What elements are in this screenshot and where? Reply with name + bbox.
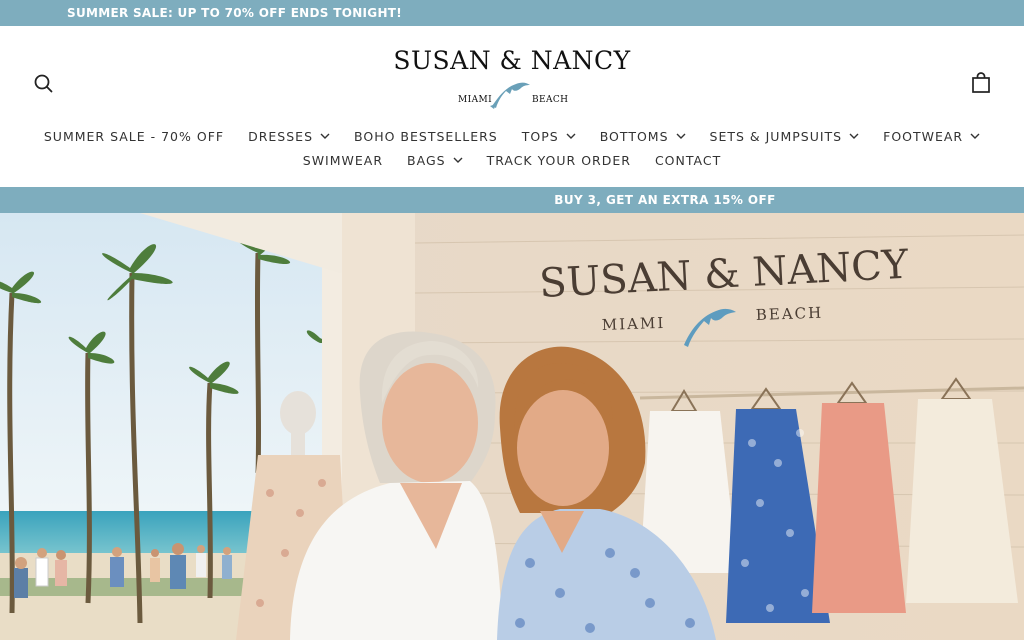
- hero-banner[interactable]: SUSAN & NANCY MIAMI BEACH: [0, 213, 1024, 640]
- search-icon: [34, 74, 53, 93]
- nav-footwear[interactable]: FOOTWEAR: [871, 129, 992, 144]
- nav-label: DRESSES: [248, 128, 314, 144]
- logo-right-text: BEACH: [532, 95, 569, 105]
- search-button[interactable]: [30, 70, 56, 96]
- dolphin-icon: [490, 82, 530, 109]
- nav-row-secondary: SWIMWEAR BAGS TRACK YOUR ORDER CONTACT: [0, 148, 1024, 172]
- nav-label: BOHO BESTSELLERS: [354, 128, 498, 144]
- nav-label: BAGS: [407, 152, 446, 168]
- nav-sets-jumpsuits[interactable]: SETS & JUMPSUITS: [698, 129, 872, 144]
- wall-logo-left: MIAMI: [602, 314, 666, 334]
- nav-contact[interactable]: CONTACT: [643, 153, 733, 168]
- nav-track-order[interactable]: TRACK YOUR ORDER: [475, 153, 643, 168]
- announcement-text: SUMMER SALE: UP TO 70% OFF ENDS TONIGHT!: [67, 6, 403, 20]
- announcement-bar: SUMMER SALE: UP TO 70% OFF ENDS TONIGHT!: [0, 0, 1024, 26]
- nav-boho-bestsellers[interactable]: BOHO BESTSELLERS: [342, 129, 510, 144]
- nav-bags[interactable]: BAGS: [395, 153, 475, 168]
- nav-label: SETS & JUMPSUITS: [709, 128, 843, 144]
- logo-wordmark: SUSAN & NANCY: [393, 46, 631, 75]
- promo-text: BUY 3, GET AN EXTRA 15% OFF: [554, 193, 776, 207]
- cart-button[interactable]: [968, 70, 994, 96]
- nav-bottoms[interactable]: BOTTOMS: [588, 129, 698, 144]
- hero-image: SUSAN & NANCY MIAMI BEACH: [0, 213, 1024, 640]
- nav-row-primary: SUMMER SALE - 70% OFF DRESSES BOHO BESTS…: [0, 124, 1024, 148]
- nav-label: CONTACT: [654, 152, 722, 168]
- chevron-down-icon: [676, 133, 686, 139]
- nav-label: FOOTWEAR: [883, 128, 964, 144]
- site-logo[interactable]: SUSAN & NANCY MIAMI BEACH: [384, 46, 640, 116]
- nav-label: SUMMER SALE - 70% OFF: [43, 128, 225, 144]
- shopping-bag-icon: [972, 72, 990, 93]
- nav-label: SWIMWEAR: [302, 152, 384, 168]
- nav-label: BOTTOMS: [599, 128, 669, 144]
- nav-swimwear[interactable]: SWIMWEAR: [291, 153, 395, 168]
- nav-dresses[interactable]: DRESSES: [236, 129, 342, 144]
- nav-summer-sale[interactable]: SUMMER SALE - 70% OFF: [32, 129, 236, 144]
- nav-label: TOPS: [521, 128, 559, 144]
- logo-left-text: MIAMI: [458, 95, 493, 105]
- chevron-down-icon: [849, 133, 859, 139]
- main-navigation: SUMMER SALE - 70% OFF DRESSES BOHO BESTS…: [0, 124, 1024, 172]
- chevron-down-icon: [566, 133, 576, 139]
- wall-logo-right: BEACH: [756, 304, 824, 324]
- chevron-down-icon: [320, 133, 330, 139]
- chevron-down-icon: [970, 133, 980, 139]
- chevron-down-icon: [453, 157, 463, 163]
- promo-bar: BUY 3, GET AN EXTRA 15% OFF: [0, 187, 1024, 213]
- nav-label: TRACK YOUR ORDER: [486, 152, 631, 168]
- nav-tops[interactable]: TOPS: [510, 129, 588, 144]
- site-header: SUSAN & NANCY MIAMI BEACH SUMMER SALE - …: [0, 26, 1024, 187]
